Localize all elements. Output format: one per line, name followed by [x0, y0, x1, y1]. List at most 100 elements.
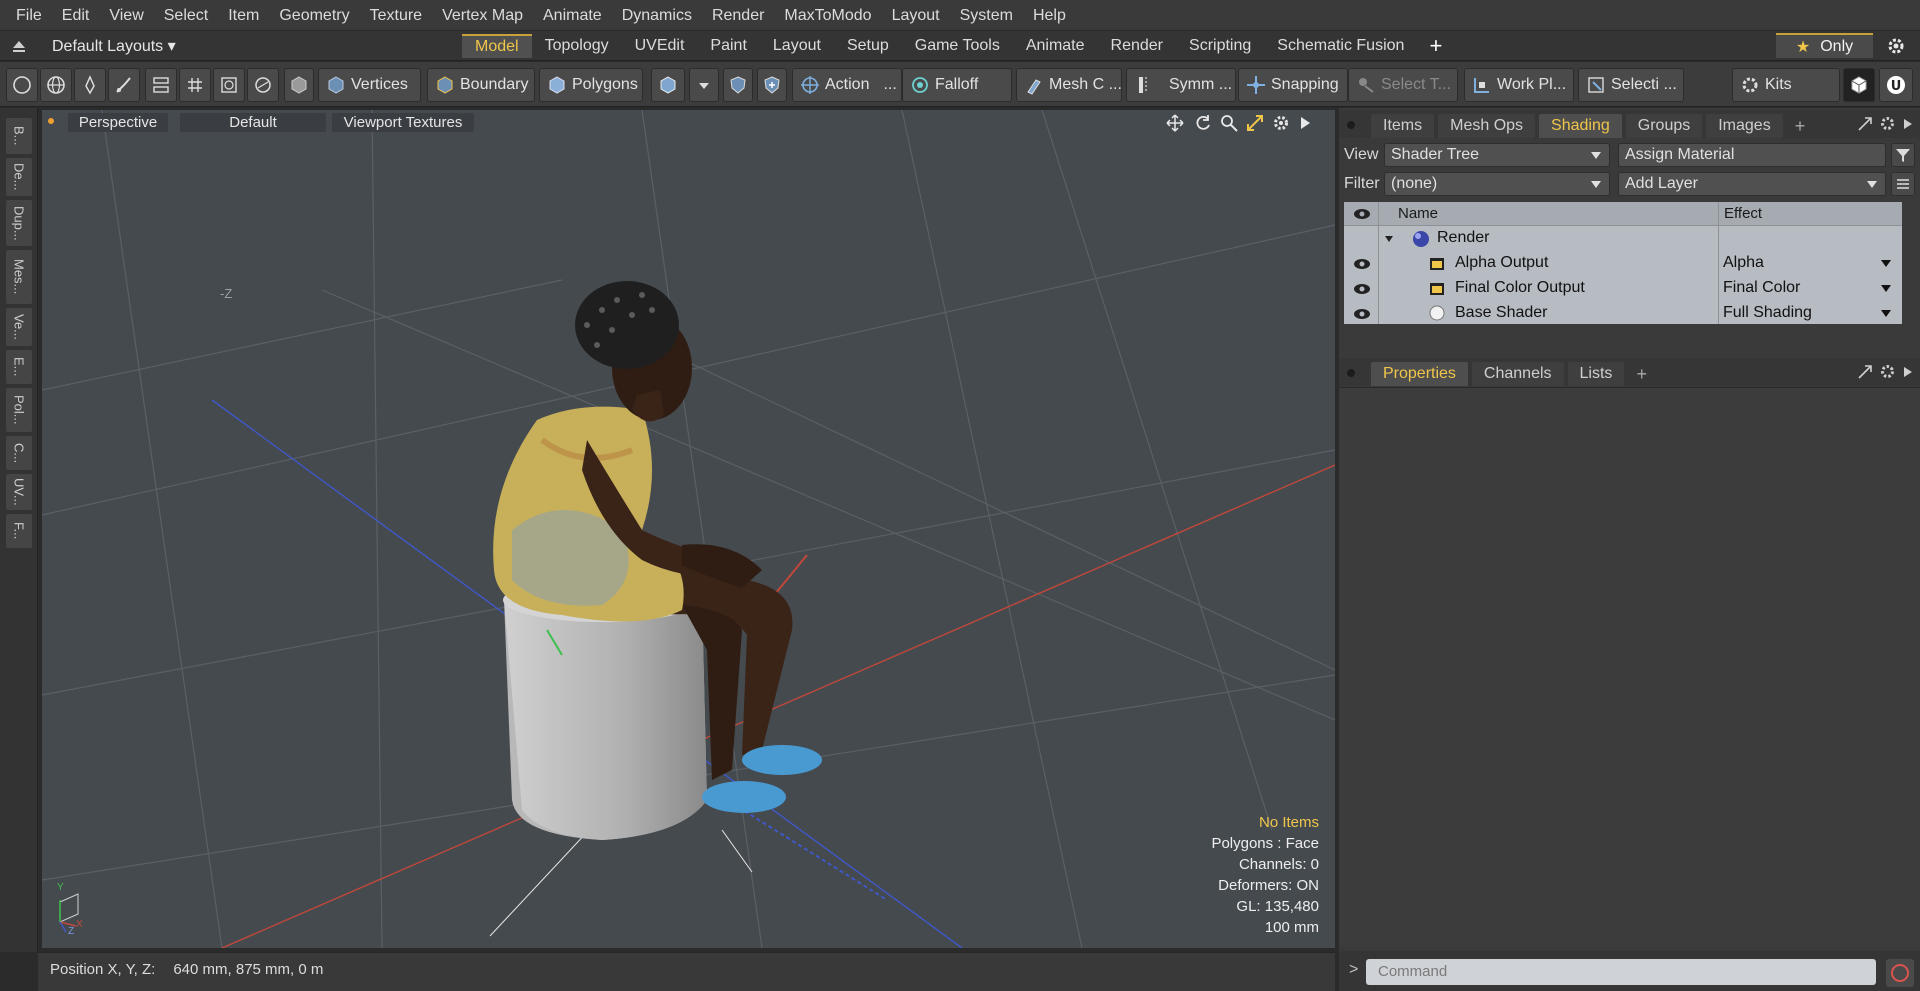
add-panel-tab-button[interactable]: + [1628, 362, 1655, 386]
tree-row-final-color-output[interactable]: Final Color Output Final Color [1344, 276, 1902, 301]
menu-geometry[interactable]: Geometry [269, 0, 359, 31]
boundary-mode-button[interactable]: Boundary [427, 68, 535, 102]
tab-topology[interactable]: Topology [532, 34, 622, 58]
command-input[interactable]: Command [1366, 959, 1876, 985]
filter-dropdown[interactable]: (none) [1384, 172, 1610, 196]
work-plane-button[interactable]: Work Pl... [1464, 68, 1574, 102]
expand-panel-icon[interactable] [1857, 364, 1873, 380]
shield-tool-2[interactable] [757, 68, 787, 102]
tree-row-render[interactable]: Render [1344, 226, 1902, 251]
tab-setup[interactable]: Setup [834, 34, 902, 58]
polygons-mode-button[interactable]: Polygons [539, 68, 643, 102]
list-options-button[interactable] [1891, 172, 1915, 196]
viewport-settings-icon[interactable] [1272, 114, 1290, 132]
pen-tool[interactable] [74, 68, 106, 102]
play-arrow-icon[interactable] [1298, 115, 1312, 131]
tree-row-alpha-output[interactable]: Alpha Output Alpha [1344, 251, 1902, 276]
tab-paint[interactable]: Paint [697, 34, 759, 58]
kits-button[interactable]: Kits [1732, 68, 1840, 102]
eye-icon[interactable] [1353, 307, 1371, 321]
menu-texture[interactable]: Texture [360, 0, 432, 31]
zoom-view-icon[interactable] [1220, 114, 1238, 132]
panel-arrow-icon[interactable] [1902, 117, 1914, 131]
menu-animate[interactable]: Animate [533, 0, 612, 31]
move-view-icon[interactable] [1166, 114, 1184, 132]
effect-value[interactable]: Alpha [1723, 254, 1764, 272]
menu-system[interactable]: System [950, 0, 1023, 31]
chevron-down-icon[interactable] [1881, 310, 1891, 317]
assign-material-button[interactable]: Assign Material [1618, 143, 1886, 167]
tab-groups[interactable]: Groups [1625, 114, 1703, 138]
tab-items[interactable]: Items [1371, 114, 1435, 138]
add-panel-tab-button[interactable]: + [1787, 114, 1814, 138]
tab-game-tools[interactable]: Game Tools [902, 34, 1013, 58]
menu-maxtomodo[interactable]: MaxToModo [774, 0, 881, 31]
menu-edit[interactable]: Edit [52, 0, 100, 31]
tab-uvedit[interactable]: UVEdit [622, 34, 698, 58]
unreal-kit-button[interactable]: U [1879, 68, 1913, 102]
add-layer-dropdown[interactable]: Add Layer [1618, 172, 1886, 196]
falloff-button[interactable]: Falloff [902, 68, 1012, 102]
strip-tab-duplicate[interactable]: Dup... [6, 200, 32, 246]
strip-tab-fusion[interactable]: F... [6, 514, 32, 548]
tab-lists[interactable]: Lists [1567, 362, 1625, 386]
strip-tab-edge[interactable]: E... [6, 350, 32, 384]
view-mode-button[interactable]: Perspective [68, 113, 168, 132]
vertices-mode-button[interactable]: Vertices [318, 68, 421, 102]
column-effect[interactable]: Effect [1724, 205, 1762, 222]
tab-render[interactable]: Render [1098, 34, 1176, 58]
material-mode-button[interactable] [651, 68, 685, 102]
selection-sets-button[interactable]: Selecti ... [1578, 68, 1684, 102]
menu-view[interactable]: View [99, 0, 153, 31]
menu-render[interactable]: Render [702, 0, 774, 31]
tab-scripting[interactable]: Scripting [1176, 34, 1264, 58]
3d-viewport[interactable]: Perspective Default Viewport Textures -Z… [42, 110, 1335, 948]
grid-tool[interactable] [179, 68, 211, 102]
strip-tab-curve[interactable]: C... [6, 436, 32, 470]
strip-tab-basic[interactable]: B... [6, 118, 32, 154]
shield-tool-1[interactable] [723, 68, 753, 102]
effect-value[interactable]: Full Shading [1723, 304, 1812, 322]
menu-item[interactable]: Item [218, 0, 269, 31]
menu-select[interactable]: Select [154, 0, 218, 31]
strip-tab-polygon[interactable]: Pol... [6, 388, 32, 432]
gear-icon[interactable] [1886, 36, 1906, 56]
snapping-button[interactable]: Snapping [1238, 68, 1348, 102]
effect-value[interactable]: Final Color [1723, 279, 1800, 297]
expand-panel-icon[interactable] [1857, 116, 1873, 132]
menu-dynamics[interactable]: Dynamics [612, 0, 702, 31]
tab-mesh-ops[interactable]: Mesh Ops [1438, 114, 1536, 138]
panel-settings-icon[interactable] [1879, 115, 1896, 132]
frame-tool[interactable] [213, 68, 245, 102]
chevron-down-icon[interactable] [1881, 285, 1891, 292]
chevron-down-icon[interactable] [1881, 260, 1891, 267]
menu-help[interactable]: Help [1023, 0, 1076, 31]
globe-tool[interactable] [40, 68, 72, 102]
select-through-button[interactable]: Select T... [1348, 68, 1458, 102]
brush-tool[interactable] [108, 68, 140, 102]
viewport-textures-button[interactable]: Viewport Textures [332, 113, 474, 132]
eye-icon[interactable] [1353, 282, 1371, 296]
collapse-up-icon[interactable] [12, 39, 26, 53]
filter-funnel-button[interactable] [1891, 143, 1915, 167]
strip-tab-vertex[interactable]: Ve... [6, 308, 32, 346]
add-tab-button[interactable]: + [1417, 33, 1454, 58]
tab-shading[interactable]: Shading [1539, 114, 1622, 138]
align-tool[interactable] [145, 68, 177, 102]
view-dropdown[interactable]: Shader Tree [1384, 143, 1610, 167]
maximize-view-icon[interactable] [1246, 114, 1264, 132]
action-center-button[interactable]: Action... [792, 68, 902, 102]
menu-layout[interactable]: Layout [882, 0, 950, 31]
only-toggle[interactable]: ★ Only [1776, 33, 1873, 58]
layouts-selector[interactable]: Default Layouts ▾ [0, 36, 462, 56]
eye-icon[interactable] [1353, 257, 1371, 271]
record-macro-button[interactable] [1886, 959, 1914, 987]
rotate-view-icon[interactable] [1194, 114, 1212, 132]
menu-vertex-map[interactable]: Vertex Map [432, 0, 533, 31]
panel-arrow-icon[interactable] [1902, 365, 1914, 379]
mode-dropdown-button[interactable] [689, 68, 719, 102]
symmetry-button[interactable]: Symm ... [1126, 68, 1236, 102]
strip-tab-uv[interactable]: UV... [6, 474, 32, 510]
sphere-tool[interactable] [247, 68, 279, 102]
tab-animate[interactable]: Animate [1013, 34, 1098, 58]
